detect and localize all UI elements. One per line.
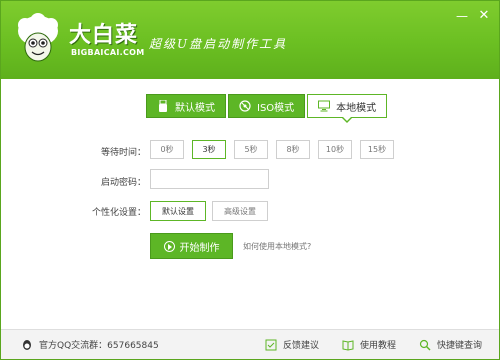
personalization-label: 个性化设置： <box>91 208 146 218</box>
default-settings-button[interactable]: 默认设置 <box>150 201 206 221</box>
start-label: 开始制作 <box>179 242 220 254</box>
wait-option-8s[interactable]: 8秒 <box>276 140 310 159</box>
qq-group-text: 官方QQ交流群：657665845 <box>39 341 159 351</box>
how-to-use-link[interactable]: 如何使用本地模式? <box>243 241 311 252</box>
wait-option-15s[interactable]: 15秒 <box>360 140 394 159</box>
brand-url: BIGBAICAI.COM <box>71 48 145 57</box>
active-tab-pointer <box>341 116 353 123</box>
tab-label: 默认模式 <box>175 102 215 114</box>
tutorial-link[interactable]: 使用教程 <box>342 338 396 351</box>
brand-slogan: 超级U盘启动制作工具 <box>149 37 288 51</box>
close-button[interactable]: ✕ <box>477 9 491 23</box>
boot-password-label: 启动密码： <box>100 178 146 188</box>
tab-label: 本地模式 <box>336 102 377 114</box>
wait-option-10s[interactable]: 10秒 <box>318 140 352 159</box>
wait-option-0s[interactable]: 0秒 <box>150 140 184 159</box>
magnifier-icon <box>419 339 431 350</box>
wait-option-3s[interactable]: 3秒 <box>192 140 226 159</box>
tab-default-mode[interactable]: 默认模式 <box>146 94 226 118</box>
advanced-settings-button[interactable]: 高级设置 <box>212 201 268 221</box>
feedback-label: 反馈建议 <box>283 341 320 351</box>
start-make-button[interactable]: 开始制作 <box>150 233 233 259</box>
disc-icon <box>239 100 251 112</box>
brand-title: 大白菜 <box>69 23 139 48</box>
tab-label: ISO模式 <box>257 102 295 114</box>
boot-password-input[interactable] <box>150 169 269 189</box>
app-header: 大白菜 BIGBAICAI.COM 超级U盘启动制作工具 — ✕ <box>1 1 499 79</box>
tab-iso-mode[interactable]: ISO模式 <box>228 94 306 118</box>
qq-icon <box>23 339 31 350</box>
tutorial-label: 使用教程 <box>360 341 397 351</box>
minimize-button[interactable]: — <box>455 9 469 23</box>
feedback-icon <box>265 339 277 350</box>
monitor-icon <box>318 100 331 112</box>
book-icon <box>342 339 354 351</box>
shortcut-label: 快捷键查询 <box>437 341 483 351</box>
wait-option-5s[interactable]: 5秒 <box>234 140 268 159</box>
tab-local-mode[interactable]: 本地模式 <box>307 94 388 118</box>
footer-bar: 官方QQ交流群：657665845 反馈建议 使用教程 快捷键查询 <box>1 329 499 359</box>
feedback-link[interactable]: 反馈建议 <box>265 338 319 351</box>
cabbage-mascot-logo <box>18 13 58 62</box>
app-window: 大白菜 BIGBAICAI.COM 超级U盘启动制作工具 — ✕ 默认模式 IS… <box>0 0 500 360</box>
shortcut-query-link[interactable]: 快捷键查询 <box>419 338 482 351</box>
usb-icon <box>157 100 169 112</box>
mode-tabs: 默认模式 ISO模式 本地模式 <box>146 94 389 118</box>
wait-time-label: 等待时间： <box>100 148 146 158</box>
qq-group-info: 官方QQ交流群：657665845 <box>21 338 159 351</box>
play-icon <box>163 240 175 252</box>
